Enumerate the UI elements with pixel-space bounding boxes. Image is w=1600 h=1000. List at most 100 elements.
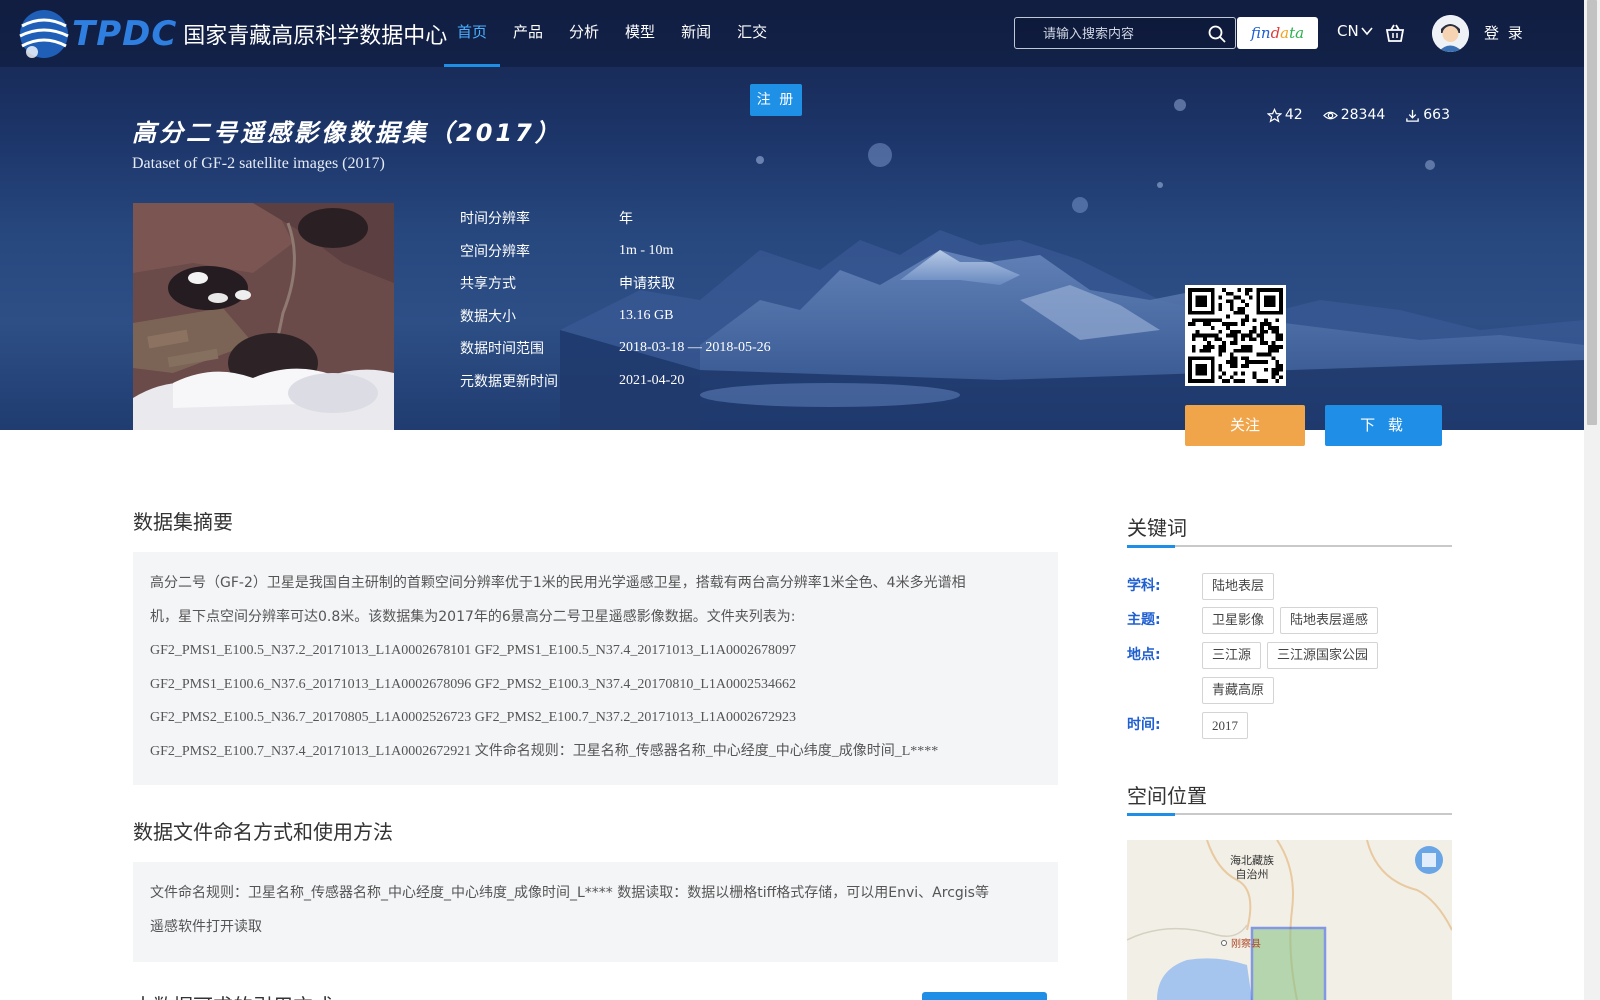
keyword-label: 地点: [1127, 647, 1161, 663]
meta-value: 年 [619, 212, 633, 228]
nav-analysis[interactable]: 分析 [556, 0, 612, 67]
keyword-tag[interactable]: 三江源 [1202, 642, 1262, 669]
satellite-image [133, 203, 394, 430]
site-logo[interactable]: TPDC 国家青藏高原科学数据中心 [14, 4, 447, 64]
logo-cn-text: 国家青藏高原科学数据中心 [183, 24, 448, 49]
meta-key: 时间分辨率 [460, 211, 530, 228]
download-icon [1406, 109, 1420, 122]
location-divider [1127, 813, 1452, 816]
star-icon [1266, 107, 1282, 123]
meta-key: 共享方式 [460, 276, 516, 293]
eye-icon [1322, 111, 1338, 119]
search-icon[interactable] [1207, 24, 1227, 44]
abstract-box: 高分二号（GF-2）卫星是我国自主研制的首颗空间分辨率优于1米的民用光学遥感卫星… [133, 552, 1058, 785]
keywords-divider [1127, 545, 1452, 548]
abstract-line: GF2_PMS2_E100.5_N36.7_20170805_L1A000252… [150, 710, 796, 725]
keyword-label: 学科: [1127, 578, 1161, 594]
findata-part: d [1270, 24, 1281, 42]
download-count-value: 663 [1423, 107, 1450, 123]
naming-title: 数据文件命名方式和使用方法 [133, 820, 393, 844]
citation-title: 本数据可求的引用方式 [133, 990, 333, 1000]
meta-value: 2021-04-20 [619, 372, 685, 388]
follow-button[interactable]: 关注 [1185, 405, 1305, 446]
dataset-title: 高分二号遥感影像数据集（2017） [132, 119, 562, 147]
search-input[interactable] [1043, 22, 1203, 46]
map-label-county: 刚察县 [1231, 937, 1261, 950]
keyword-tag[interactable]: 陆地表层 [1202, 573, 1275, 600]
download-button[interactable]: 下 载 [1325, 405, 1442, 446]
qr-code [1185, 285, 1286, 386]
nav-news[interactable]: 新闻 [668, 0, 724, 67]
avatar[interactable] [1432, 15, 1469, 52]
metadata-table: 时间分辨率 年 空间分辨率 1m - 10m 共享方式 申请获取 数据大小 13.16 … [460, 202, 771, 397]
language-label: CN [1337, 22, 1359, 40]
keyword-row-place: 地点: 三江源 三江源国家公园 青藏高原 [1127, 642, 1452, 704]
meta-value: 1m - 10m [619, 242, 674, 258]
meta-row: 元数据更新时间 2021-04-20 [460, 365, 771, 398]
qr-code-icon [1188, 288, 1283, 383]
page-scrollbar[interactable] [1584, 0, 1600, 1000]
location-title: 空间位置 [1127, 784, 1207, 808]
meta-key: 元数据更新时间 [460, 373, 558, 390]
login-link[interactable]: 登 录 [1484, 22, 1525, 43]
meta-value: 申请获取 [619, 277, 675, 293]
findata-part: a [1280, 24, 1290, 42]
download-count: 663 [1405, 107, 1450, 123]
keyword-row-subject: 学科: 陆地表层 [1127, 573, 1452, 600]
keyword-row-theme: 主题: 卫星影像 陆地表层遥感 [1127, 607, 1452, 634]
keyword-row-time: 时间: 2017 [1127, 712, 1452, 739]
meta-row: 共享方式 申请获取 [460, 267, 771, 300]
meta-row: 数据大小 13.16 GB [460, 300, 771, 333]
abstract-line: 高分二号（GF-2）卫星是我国自主研制的首颗空间分辨率优于1米的民用光学遥感卫星… [150, 575, 966, 591]
map-label-region2: 自治州 [1236, 867, 1269, 881]
scroll-thumb[interactable] [1587, 0, 1597, 425]
meta-value: 13.16 GB [619, 307, 674, 323]
citation-action-button[interactable] [922, 992, 1047, 1000]
keyword-label: 主题: [1127, 612, 1161, 628]
keyword-tag[interactable]: 青藏高原 [1202, 677, 1275, 704]
findata-part: fin [1250, 24, 1271, 42]
keyword-tag[interactable]: 三江源国家公园 [1267, 642, 1379, 669]
user-avatar-icon [1432, 15, 1469, 52]
meta-row: 时间分辨率 年 [460, 202, 771, 235]
abstract-line: 机，星下点空间分辨率可达0.8米。该数据集为2017年的6景高分二号卫星遥感影像… [150, 608, 796, 625]
register-button[interactable]: 注 册 [750, 84, 802, 116]
meta-key: 空间分辨率 [460, 243, 530, 260]
logo-text: TPDC [72, 14, 178, 54]
view-count-value: 28344 [1340, 107, 1386, 123]
meta-row: 数据时间范围 2018-03-18 — 2018-05-26 [460, 332, 771, 365]
findata-part: ta [1289, 24, 1305, 42]
abstract-line: GF2_PMS1_E100.6_N37.6_20171013_L1A000267… [150, 676, 796, 692]
naming-line: 遥感软件打开读取 [150, 918, 262, 935]
keyword-tag[interactable]: 卫星影像 [1202, 607, 1275, 634]
star-count[interactable]: 42 [1266, 107, 1303, 123]
nav-home[interactable]: 首页 [444, 0, 501, 67]
location-map[interactable]: 海北藏族 自治州 刚察县 [1127, 840, 1452, 1000]
findata-button[interactable]: findata [1237, 17, 1318, 49]
meta-key: 数据大小 [460, 308, 516, 325]
nav-submit[interactable]: 汇交 [724, 0, 780, 67]
language-select[interactable]: CN [1337, 22, 1373, 40]
star-count-value: 42 [1284, 107, 1303, 123]
keyword-tag[interactable]: 陆地表层遥感 [1280, 607, 1379, 634]
meta-key: 数据时间范围 [460, 341, 544, 358]
cart-icon[interactable] [1384, 22, 1406, 44]
dataset-title-en: Dataset of GF-2 satellite images (2017) [132, 155, 385, 172]
map-label-region: 海北藏族 [1230, 853, 1274, 867]
nav-models[interactable]: 模型 [612, 0, 668, 67]
search-box [1014, 17, 1236, 49]
naming-box: 文件命名规则：卫星名称_传感器名称_中心经度_中心纬度_成像时间_L**** 数… [133, 862, 1058, 962]
keyword-tag[interactable]: 2017 [1202, 712, 1248, 739]
main-nav: 首页 产品 分析 模型 新闻 汇交 [444, 0, 780, 67]
dataset-stats: 42 28344 663 [1266, 107, 1450, 123]
dataset-thumbnail [133, 203, 394, 430]
meta-row: 空间分辨率 1m - 10m [460, 235, 771, 268]
meta-value: 2018-03-18 — 2018-05-26 [619, 340, 771, 356]
keyword-label: 时间: [1127, 717, 1161, 733]
map-canvas: 海北藏族 自治州 刚察县 [1127, 840, 1452, 1000]
naming-line: 文件命名规则：卫星名称_传感器名称_中心经度_中心纬度_成像时间_L**** 数… [150, 885, 989, 901]
view-count: 28344 [1322, 107, 1386, 123]
nav-products[interactable]: 产品 [500, 0, 556, 67]
abstract-line: GF2_PMS2_E100.7_N37.4_20171013_L1A000267… [150, 743, 939, 759]
globe-logo-icon [19, 10, 69, 58]
